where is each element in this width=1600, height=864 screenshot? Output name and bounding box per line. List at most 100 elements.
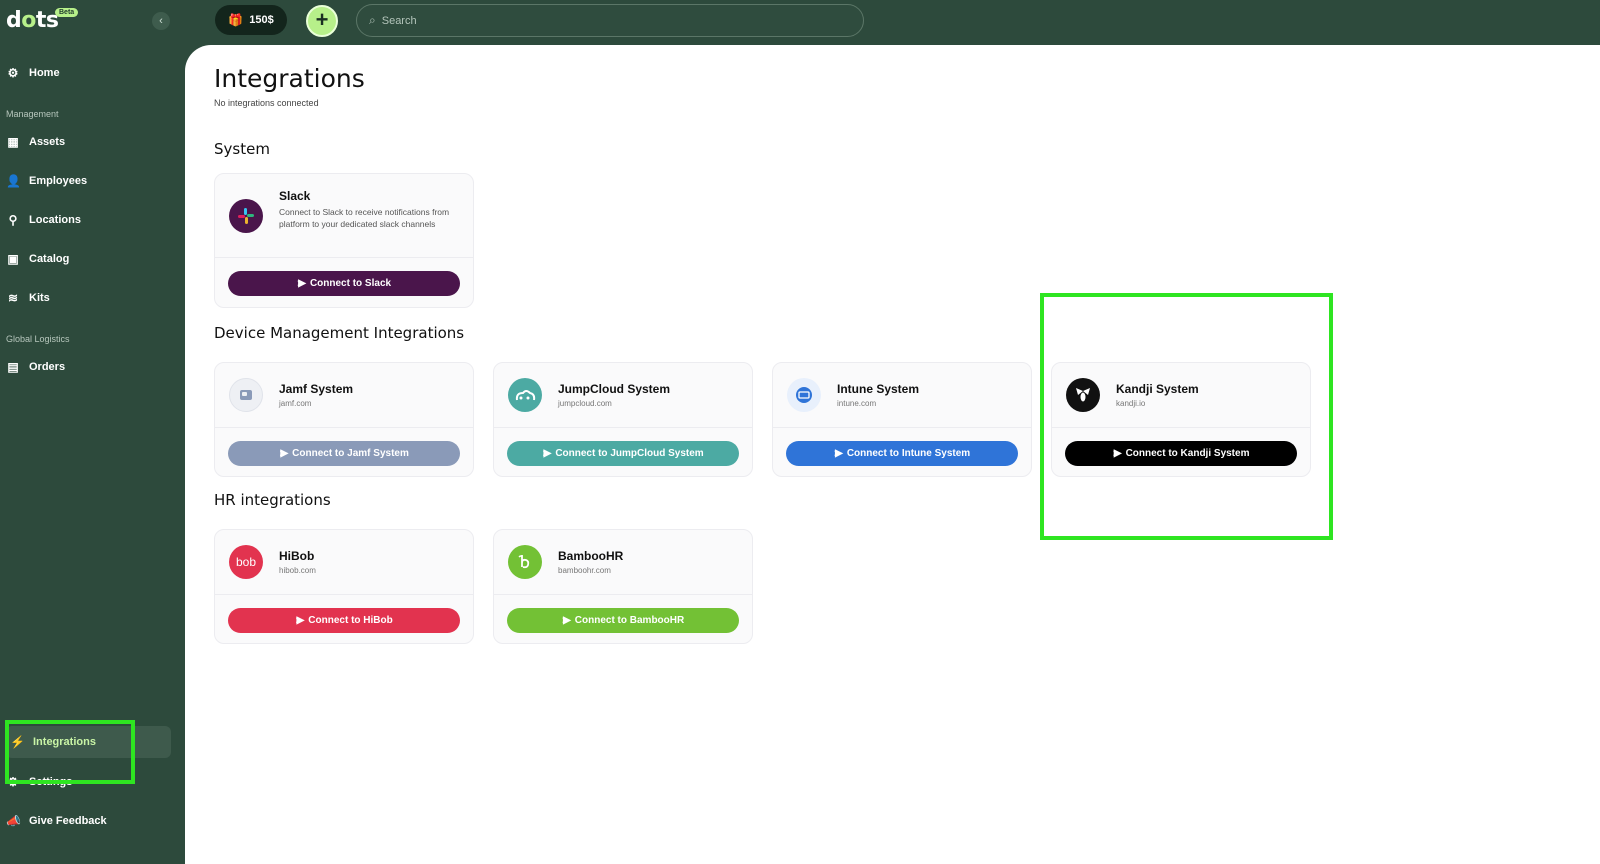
sidebar-item-label: Give Feedback (29, 815, 107, 827)
card-header: JumpCloud System jumpcloud.com (494, 363, 752, 428)
button-label: Connect to Intune System (846, 448, 971, 459)
location-pin-icon: ⚲ (8, 213, 18, 227)
card-name: JumpCloud System (558, 382, 671, 396)
sidebar-item-give-feedback[interactable]: 📣 Give Feedback (6, 810, 107, 832)
search-bar[interactable]: ⌕ (356, 4, 864, 37)
integration-card-hibob: bob HiBob hibob.com :▶ Connect to HiBob (214, 529, 474, 644)
sidebar-item-label: Home (29, 67, 60, 79)
jumpcloud-logo-icon (508, 378, 542, 412)
search-icon: ⌕ (369, 13, 376, 27)
connect-bamboohr-button[interactable]: :▶ Connect to BambooHR (507, 608, 739, 633)
grid-icon: ▦ (7, 135, 19, 149)
cloud-icon (515, 390, 536, 401)
plus-icon: + (315, 7, 329, 32)
integration-card-jamf: Jamf System jamf.com :▶ Connect to Jamf S… (214, 362, 474, 477)
dots-logo[interactable]: dots (6, 8, 59, 33)
jamf-icon (240, 390, 252, 400)
card-domain: hibob.com (279, 566, 316, 575)
card-domain: intune.com (837, 399, 877, 408)
layers-icon: ≋ (7, 291, 19, 305)
jamf-logo-icon (229, 378, 263, 412)
card-domain: bamboohr.com (558, 566, 611, 575)
slack-logo-icon (229, 199, 263, 233)
page-subtitle: No integrations connected (214, 98, 319, 108)
card-header: Jamf System jamf.com (215, 363, 473, 428)
sidebar-item-kits[interactable]: ≋ Kits (6, 287, 50, 309)
beta-badge: Beta (55, 8, 79, 17)
card-header: bob HiBob hibob.com (215, 530, 473, 595)
hibob-logo-text: bob (235, 555, 257, 569)
sidebar-section-global-logistics: Global Logistics (6, 334, 70, 344)
connect-slack-button[interactable]: :▶ Connect to Slack (228, 271, 460, 296)
sidebar-item-assets[interactable]: ▦ Assets (6, 131, 65, 153)
slack-icon (238, 208, 254, 224)
card-domain: jamf.com (279, 399, 312, 408)
credit-amount: 150$ (249, 14, 274, 26)
connect-arrow-icon: :▶ (279, 448, 288, 459)
megaphone-icon: 📣 (6, 814, 21, 828)
button-label: Connect to Slack (309, 278, 392, 289)
card-header: Slack Connect to Slack to receive notifi… (215, 174, 473, 258)
connect-hibob-button[interactable]: :▶ Connect to HiBob (228, 608, 460, 633)
button-label: Connect to BambooHR (574, 615, 685, 626)
connect-arrow-icon: :▶ (542, 448, 551, 459)
integration-card-jumpcloud: JumpCloud System jumpcloud.com :▶ Connect… (493, 362, 753, 477)
sidebar-item-label: Employees (29, 175, 88, 187)
sidebar-item-label: Catalog (29, 253, 70, 265)
section-title-hr: HR integrations (214, 491, 331, 509)
button-label: Connect to JumpCloud System (555, 448, 704, 459)
user-icon: 👤 (6, 174, 21, 188)
sidebar-item-home[interactable]: ⚙ Home (6, 62, 60, 84)
top-bar: dots Beta ‹ 🎁 150$ + ⌕ (0, 0, 1600, 45)
card-name: BambooHR (558, 549, 624, 563)
orders-icon: ▤ (7, 360, 19, 374)
card-header: Intune System intune.com (773, 363, 1031, 428)
sidebar-item-orders[interactable]: ▤ Orders (6, 356, 65, 378)
connect-arrow-icon: :▶ (295, 615, 304, 626)
connect-jumpcloud-button[interactable]: :▶ Connect to JumpCloud System (507, 441, 739, 466)
section-title-device-management: Device Management Integrations (214, 324, 465, 342)
button-label: Connect to HiBob (308, 615, 393, 626)
connect-arrow-icon: :▶ (833, 448, 843, 459)
card-header: BambooHR bamboohr.com (494, 530, 752, 595)
credit-balance-button[interactable]: 🎁 150$ (215, 5, 287, 35)
sidebar-item-label: Orders (29, 361, 66, 373)
highlight-box-integrations (5, 720, 135, 784)
card-description: Connect to Slack to receive notification… (279, 207, 450, 230)
sidebar-item-catalog[interactable]: ▣ Catalog (6, 248, 69, 270)
connect-arrow-icon: :▶ (296, 278, 306, 289)
card-name: Slack (279, 189, 311, 203)
button-label: Connect to Jamf System (292, 448, 409, 459)
connect-intune-button[interactable]: :▶ Connect to Intune System (786, 441, 1018, 466)
intune-logo-icon (787, 378, 821, 412)
card-name: Intune System (837, 382, 920, 396)
integration-card-intune: Intune System intune.com :▶ Connect to In… (772, 362, 1032, 477)
sidebar-item-label: Kits (29, 292, 50, 304)
add-button[interactable]: + (306, 5, 338, 37)
search-input[interactable] (381, 14, 802, 27)
collapse-sidebar-button[interactable]: ‹ (152, 12, 170, 30)
chevron-left-icon: ‹ (159, 15, 163, 27)
card-name: HiBob (279, 549, 315, 563)
hibob-logo-icon: bob (229, 545, 263, 579)
card-domain: jumpcloud.com (558, 399, 612, 408)
sidebar-item-label: Assets (29, 136, 66, 148)
main-content: Integrations No integrations connected S… (185, 45, 1600, 864)
sidebar-item-employees[interactable]: 👤 Employees (6, 170, 87, 192)
connect-jamf-button[interactable]: :▶ Connect to Jamf System (228, 441, 460, 466)
integration-card-slack: Slack Connect to Slack to receive notifi… (214, 173, 474, 308)
home-icon: ⚙ (7, 66, 19, 80)
logo-letter-d: d (6, 8, 22, 33)
page-title: Integrations (214, 64, 365, 93)
sidebar-item-label: Locations (29, 214, 81, 226)
sidebar-section-management: Management (6, 109, 59, 119)
integration-card-bamboohr: BambooHR bamboohr.com :▶ Connect to Bambo… (493, 529, 753, 644)
bamboohr-logo-icon (508, 545, 542, 579)
card-name: Jamf System (279, 382, 354, 396)
sidebar-item-locations[interactable]: ⚲ Locations (6, 209, 81, 231)
intune-icon (796, 387, 812, 403)
gift-icon: 🎁 (228, 13, 244, 27)
highlight-box-kandji (1040, 293, 1333, 540)
section-title-system: System (214, 140, 270, 158)
catalog-icon: ▣ (7, 252, 19, 266)
